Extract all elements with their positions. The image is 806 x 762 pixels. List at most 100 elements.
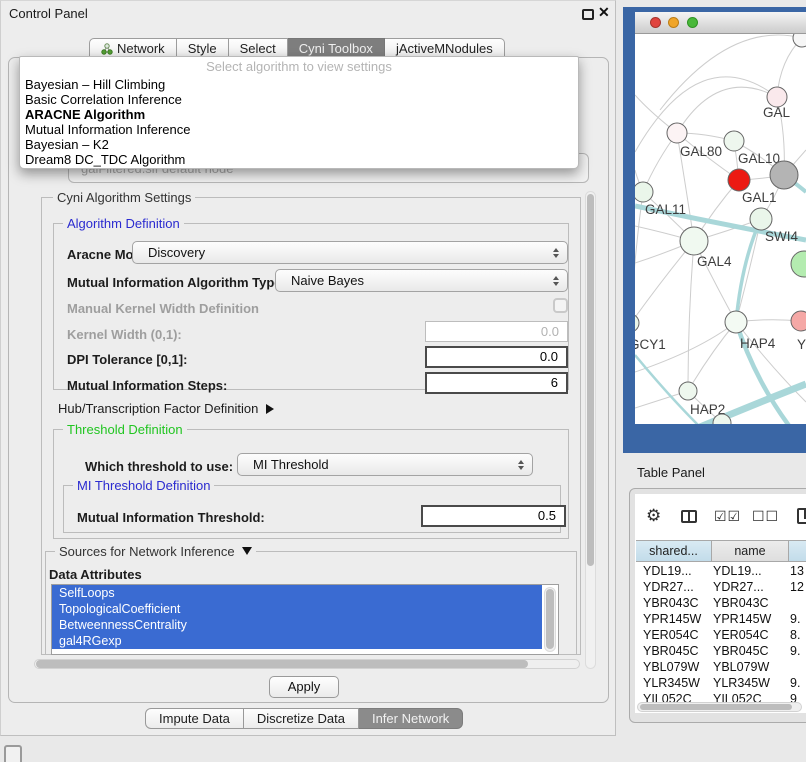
combo-stepper-icon xyxy=(553,248,559,258)
network-node-label: SWI4 xyxy=(765,229,798,244)
apply-button[interactable]: Apply xyxy=(269,676,339,698)
network-node-label: GAL1 xyxy=(742,190,777,205)
table-horizontal-scrollbar[interactable] xyxy=(637,702,802,712)
collapse-arrow-icon xyxy=(242,547,252,555)
network-node[interactable] xyxy=(725,311,747,333)
column-header-name[interactable]: name xyxy=(712,540,789,562)
network-edge[interactable] xyxy=(635,241,694,323)
manual-kernel-label: Manual Kernel Width Definition xyxy=(67,301,259,316)
combo-stepper-icon xyxy=(553,276,559,286)
network-node[interactable] xyxy=(728,169,750,191)
network-edge[interactable] xyxy=(688,241,694,391)
algorithm-option-selected[interactable]: ARACNE Algorithm xyxy=(20,107,578,122)
mi-type-label: Mutual Information Algorithm Type: xyxy=(67,275,286,290)
network-node-label: GAL xyxy=(763,105,791,120)
network-node[interactable] xyxy=(791,311,806,331)
table-panel-title: Table Panel xyxy=(637,465,705,480)
combo-stepper-icon xyxy=(518,460,524,470)
network-node-label: GAL80 xyxy=(680,144,722,159)
select-all-rows-icon[interactable]: ☑☑ xyxy=(714,508,741,525)
cyni-algorithm-settings-legend: Cyni Algorithm Settings xyxy=(53,190,195,205)
network-node[interactable] xyxy=(724,131,744,151)
control-panel-title: Control Panel xyxy=(9,6,88,21)
float-window-icon[interactable] xyxy=(582,9,594,20)
network-node-label: Y xyxy=(797,337,806,352)
network-node[interactable] xyxy=(767,87,787,107)
network-node[interactable] xyxy=(791,251,806,277)
table-mode-icon[interactable] xyxy=(797,508,806,524)
network-node[interactable] xyxy=(793,34,806,47)
tab-infer-network[interactable]: Infer Network xyxy=(359,708,463,729)
column-selector-icon[interactable] xyxy=(681,510,697,523)
hub-tf-expander[interactable]: Hub/Transcription Factor Definition xyxy=(58,401,274,416)
list-scrollbar[interactable] xyxy=(544,587,556,652)
sources-legend[interactable]: Sources for Network Inference xyxy=(55,544,256,559)
mi-type-combo[interactable]: Naive Bayes xyxy=(275,269,568,292)
dpi-tolerance-label: DPI Tolerance [0,1]: xyxy=(67,352,187,367)
algorithm-option[interactable]: Dream8 DC_TDC Algorithm xyxy=(20,152,578,167)
list-item[interactable]: SelfLoops xyxy=(52,585,542,601)
network-node[interactable] xyxy=(679,382,697,400)
column-header-shared[interactable]: shared... xyxy=(636,540,712,562)
algorithm-option[interactable]: Bayesian – Hill Climbing xyxy=(20,77,578,92)
network-edge[interactable] xyxy=(677,87,777,133)
network-node[interactable] xyxy=(635,314,639,332)
tab-impute-data[interactable]: Impute Data xyxy=(145,708,244,729)
network-node[interactable] xyxy=(667,123,687,143)
network-icon xyxy=(101,43,113,55)
control-panel-window: Control Panel ✕ Network Style Select Cyn… xyxy=(0,0,616,736)
network-graph[interactable]: GALGAL80GAL10GAL1GAL11SWI4GAL4GCY1HAP4YH… xyxy=(635,34,806,424)
network-window-titlebar[interactable] xyxy=(635,12,806,34)
network-node[interactable] xyxy=(750,208,772,230)
mi-threshold-label: Mutual Information Threshold: xyxy=(77,510,265,525)
algorithm-dropdown-popup: Select algorithm to view settings Bayesi… xyxy=(19,56,579,169)
column-header-partial[interactable] xyxy=(789,540,806,562)
zoom-traffic-light-icon[interactable] xyxy=(687,17,698,28)
mi-threshold-field[interactable]: 0.5 xyxy=(421,505,566,527)
collapsed-panel-button[interactable] xyxy=(4,745,22,762)
which-threshold-label: Which threshold to use: xyxy=(85,459,233,474)
list-item[interactable]: TopologicalCoefficient xyxy=(52,601,542,617)
algorithm-option[interactable]: Mutual Information Inference xyxy=(20,122,578,137)
mi-threshold-legend: MI Threshold Definition xyxy=(73,478,214,493)
network-node-label: GAL4 xyxy=(697,254,732,269)
network-canvas[interactable]: GALGAL80GAL10GAL1GAL11SWI4GAL4GCY1HAP4YH… xyxy=(635,34,806,424)
tab-discretize-data[interactable]: Discretize Data xyxy=(244,708,359,729)
network-edge[interactable] xyxy=(736,219,761,322)
network-node-label: GCY1 xyxy=(635,337,666,352)
which-threshold-combo[interactable]: MI Threshold xyxy=(237,453,533,476)
dpi-tolerance-field[interactable]: 0.0 xyxy=(425,346,568,368)
network-node-label: GAL11 xyxy=(645,202,686,217)
network-edge[interactable] xyxy=(635,77,777,152)
manual-kernel-checkbox[interactable] xyxy=(553,298,568,313)
network-node[interactable] xyxy=(635,182,653,202)
threshold-definition-legend: Threshold Definition xyxy=(63,422,187,437)
network-edge[interactable] xyxy=(635,192,643,323)
algorithm-definition-legend: Algorithm Definition xyxy=(63,216,184,231)
close-traffic-light-icon[interactable] xyxy=(650,17,661,28)
algorithm-option[interactable]: Basic Correlation Inference xyxy=(20,92,578,107)
network-edge[interactable] xyxy=(688,322,736,391)
expand-arrow-icon xyxy=(266,404,274,414)
mi-steps-field[interactable]: 6 xyxy=(425,372,568,394)
screen: { "control_panel": { "window_title": "Co… xyxy=(0,0,806,762)
bottom-tab-bar: Impute Data Discretize Data Infer Networ… xyxy=(145,708,463,729)
list-item[interactable]: gal4RGexp xyxy=(52,633,542,649)
network-node[interactable] xyxy=(680,227,708,255)
algorithm-dropdown-placeholder: Select algorithm to view settings xyxy=(20,57,578,77)
kernel-width-label: Kernel Width (0,1): xyxy=(67,327,182,342)
deselect-all-rows-icon[interactable]: ☐☐ xyxy=(752,508,779,525)
data-attributes-label: Data Attributes xyxy=(49,567,142,582)
settings-vertical-scrollbar[interactable] xyxy=(585,191,596,669)
network-node-label: HAP4 xyxy=(740,336,776,351)
network-node[interactable] xyxy=(770,161,798,189)
aracne-mode-combo[interactable]: Discovery xyxy=(132,241,568,264)
close-window-icon[interactable]: ✕ xyxy=(598,4,610,21)
mi-steps-label: Mutual Information Steps: xyxy=(67,378,227,393)
settings-horizontal-scrollbar[interactable] xyxy=(34,659,580,669)
kernel-width-field[interactable]: 0.0 xyxy=(425,321,568,342)
algorithm-option[interactable]: Bayesian – K2 xyxy=(20,137,578,152)
table-settings-gear-icon[interactable]: ⚙ xyxy=(646,506,661,526)
list-item[interactable]: BetweennessCentrality xyxy=(52,617,542,633)
minimize-traffic-light-icon[interactable] xyxy=(668,17,679,28)
